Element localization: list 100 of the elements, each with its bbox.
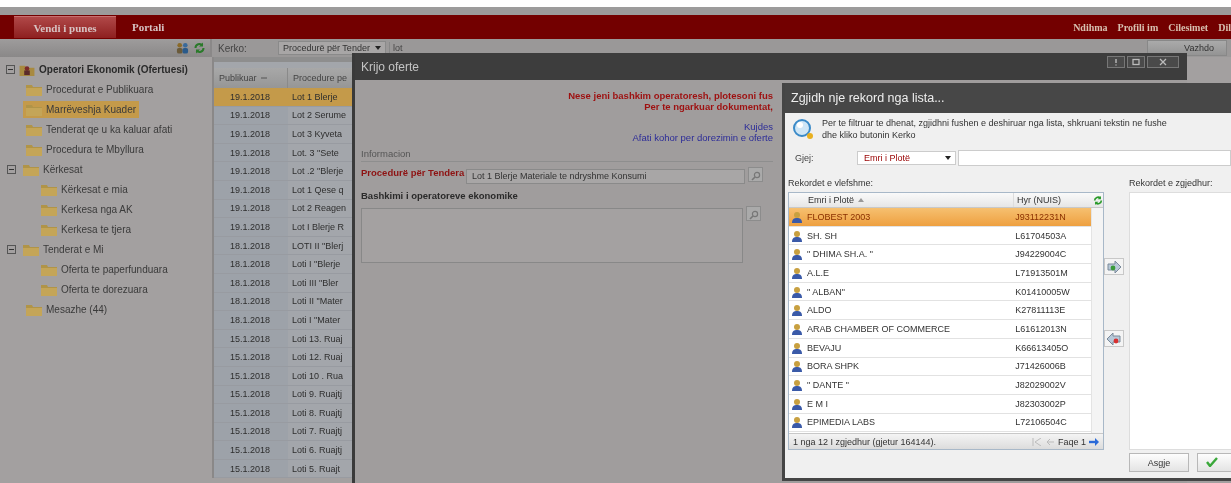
tree-item[interactable]: Mesazhe (44) [23, 300, 111, 318]
table-row[interactable]: 15.1.2018 Loti 6. Ruajtj [214, 441, 354, 460]
table-row[interactable]: 19.1.2018 Lot I Blerje R [214, 218, 354, 237]
tree-item[interactable]: Procedura te Mbyllura [23, 140, 147, 158]
people-icon[interactable] [176, 42, 189, 54]
table-cell-text: " DANTE " [807, 380, 850, 391]
collapse-icon[interactable] [7, 244, 16, 254]
table-row[interactable]: 15.1.2018 Loti 8. Ruajtj [214, 404, 354, 423]
table-cell-text: Lot 3 Kyveta [291, 129, 344, 139]
tree-item[interactable]: Kerkesa nga AK [38, 200, 136, 218]
column-header[interactable]: Emri i Plotë [789, 193, 1013, 207]
list-row[interactable]: BEVAJU K66613405O [789, 338, 1091, 358]
confirm-button[interactable] [1197, 453, 1231, 472]
table-row[interactable]: 15.1.2018 Loti 7. Ruajtj [214, 422, 354, 442]
table-row[interactable]: 15.1.2018 Loti 10 . Rua [214, 366, 354, 386]
list-row[interactable]: FLOBEST 2003 J93112231N [789, 208, 1091, 227]
table-row[interactable]: 19.1.2018 Lot. 3 "Sete [214, 143, 354, 163]
nav-tab[interactable]: Vendi i punes [14, 16, 116, 38]
collapse-icon[interactable] [7, 164, 16, 174]
tree-item[interactable]: Kërkesat e mia [38, 180, 131, 198]
list-row[interactable]: EPIMEDIA LABS L72106504C [789, 413, 1091, 433]
table-row[interactable]: 19.1.2018 Lot .2 "Blerje [214, 162, 354, 181]
table-row[interactable]: 15.1.2018 Loti 13. Ruaj [214, 329, 354, 349]
tree-item[interactable]: Tenderat qe u ka kaluar afati [23, 120, 176, 138]
nav-link[interactable]: Ndihma [1073, 21, 1108, 33]
first-page-icon[interactable] [1031, 437, 1042, 446]
table-cell-text: Loti 7. Ruajtj [291, 426, 344, 437]
procedure-field[interactable]: Lot 1 Blerje Materiale te ndryshme Konsumi [466, 169, 745, 184]
list-row[interactable]: ALDO K27811113E [789, 301, 1091, 321]
search-button[interactable] [748, 167, 763, 182]
table-cell: 18.1.2018 [214, 273, 288, 292]
field-label: Bashkimi i operatoreve ekonomike [361, 190, 519, 201]
list-row[interactable]: " ALBAN" K01410005W [789, 282, 1091, 302]
continue-button[interactable]: Vazhdo [1147, 40, 1227, 56]
search-button[interactable] [746, 206, 761, 221]
tree-item[interactable]: Procedurat e Publikuara [23, 80, 157, 98]
table-row[interactable]: 18.1.2018 Loti III "Bler [214, 273, 354, 293]
tree-item[interactable]: Kërkesat [20, 160, 86, 178]
previous-page-icon[interactable] [1044, 437, 1055, 446]
collapse-icon[interactable] [6, 64, 15, 74]
table-cell-text: J82029002V [1014, 380, 1067, 391]
table-row[interactable]: 18.1.2018 Loti II "Mater [214, 292, 354, 312]
table-cell-text: BORA SHPK [807, 361, 861, 372]
refresh-icon[interactable] [1093, 194, 1103, 206]
table-row[interactable]: 18.1.2018 Loti I "Mater [214, 311, 354, 330]
table-row[interactable]: 19.1.2018 Lot 3 Kyveta [214, 125, 354, 144]
page-text: Faqe 1 [1057, 436, 1086, 447]
search-field[interactable] [958, 150, 1231, 166]
table-row[interactable]: 18.1.2018 LOTI II "Blerj [214, 236, 354, 256]
close-button[interactable] [1147, 55, 1179, 68]
list-row[interactable]: " DHIMA SH.A. " J94229004C [789, 245, 1091, 265]
list-row[interactable]: A.L.E L71913501M [789, 264, 1091, 283]
table-cell-text: Loti I "Mater [291, 314, 342, 325]
next-page-icon[interactable] [1089, 437, 1099, 446]
warning-link[interactable]: Kujdes [743, 121, 773, 132]
list-row[interactable]: ARAB CHAMBER OF COMMERCE L61612013N [789, 320, 1091, 339]
consortium-field[interactable] [361, 208, 743, 263]
user-icon [791, 416, 803, 429]
table-row[interactable]: 19.1.2018 Lot 2 Reagen [214, 199, 354, 219]
tree-item[interactable]: Kerkesa te tjera [38, 220, 135, 238]
table-cell-text: J93112231N [1014, 211, 1067, 222]
column-header[interactable]: Hyr (NUIS) [1013, 193, 1093, 207]
table-row[interactable]: 15.1.2018 Loti 9. Ruajtj [214, 385, 354, 405]
scrollbar[interactable] [1091, 208, 1103, 433]
table-cell-text: LOTI II "Blerj [291, 240, 345, 251]
search-type-select[interactable]: Procedurë për Tender [278, 41, 386, 55]
refresh-icon[interactable] [193, 42, 206, 54]
field-select[interactable]: Emri i Plotë [857, 151, 956, 165]
table-row[interactable]: 19.1.2018 Lot 2 Serume [214, 106, 354, 126]
maximize-button[interactable] [1127, 55, 1145, 68]
window-title: Zgjidh nje rekord nga lista... [791, 91, 945, 105]
none-button[interactable]: Asgje [1129, 453, 1189, 472]
remove-button[interactable] [1104, 330, 1124, 347]
table-row[interactable]: 15.1.2018 Loti 5. Ruajt [214, 459, 354, 479]
table-row[interactable]: 19.1.2018 Lot 1 Qese q [214, 180, 354, 200]
list-row[interactable]: SH. SH L61704503A [789, 226, 1091, 246]
warning-link[interactable]: Afati kohor per dorezimin e oferte [632, 132, 773, 143]
nav-link[interactable]: Cilesimet [1168, 21, 1209, 33]
nav-link[interactable]: Dil [1218, 21, 1231, 33]
tree-item[interactable]: Oferta te paperfunduara [38, 260, 171, 278]
list-row[interactable]: E M I J82303002P [789, 394, 1091, 414]
nav-tab[interactable]: Portali [122, 16, 175, 38]
minimize-button[interactable] [1107, 55, 1125, 68]
tree-item[interactable]: Tenderat e Mi [20, 240, 107, 258]
add-button[interactable] [1104, 258, 1124, 275]
table-row[interactable]: 15.1.2018 Loti 12. Ruaj [214, 348, 354, 367]
table-row[interactable]: 19.1.2018 Lot 1 Blerje [214, 88, 354, 107]
user-icon [791, 397, 803, 410]
table-row[interactable]: 18.1.2018 Loti I "Blerje [214, 255, 354, 274]
nav-link[interactable]: Profili im [1117, 21, 1159, 33]
list-row[interactable]: BORA SHPK J71426006B [789, 357, 1091, 377]
list-row[interactable]: " DANTE " J82029002V [789, 376, 1091, 395]
table-cell-text: J82303002P [1014, 398, 1067, 409]
table-cell-text: K01410005W [1014, 286, 1071, 297]
tree-item[interactable]: Operatori Ekonomik (Ofertuesi) [39, 63, 188, 75]
tree-item[interactable]: Oferta te dorezuara [38, 280, 151, 298]
table-cell: 18.1.2018 [214, 255, 288, 273]
tree-item[interactable]: Marrëveshja Kuader [23, 100, 140, 118]
table-cell-text: Lot 1 Qese q [291, 184, 345, 195]
table-cell-text: L71913501M [1014, 267, 1069, 278]
